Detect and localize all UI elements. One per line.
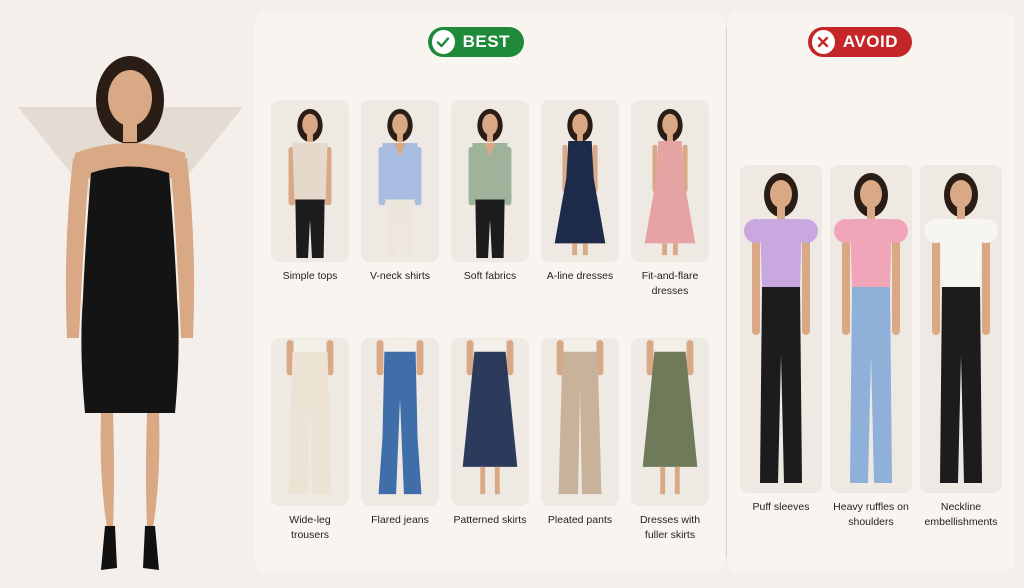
best-label: Fit-and-flare dresses — [641, 270, 699, 297]
outfit-image — [924, 173, 998, 483]
avoid-badge: AVOID — [808, 27, 912, 57]
best-card-v-neck-shirts — [361, 100, 439, 262]
check-icon — [432, 30, 455, 54]
best-badge: BEST — [428, 27, 524, 57]
best-label: Dresses with fuller skirts — [639, 514, 701, 541]
best-card-fuller-skirts — [631, 338, 709, 506]
best-label: Simple tops — [282, 270, 338, 282]
best-label: Patterned skirts — [453, 514, 527, 526]
outfit-image — [554, 108, 606, 256]
outfit-image — [556, 340, 604, 495]
outfit-image — [468, 108, 512, 259]
avoid-card-neckline-embellishments — [920, 165, 1002, 493]
outfit-image — [462, 340, 518, 495]
best-card-patterned-skirts — [451, 338, 529, 506]
best-label: Soft fabrics — [463, 270, 517, 282]
avoid-badge-label: AVOID — [842, 32, 898, 51]
outfit-image — [834, 173, 908, 483]
outfit-image — [286, 340, 334, 495]
best-card-fit-and-flare-dresses — [631, 100, 709, 262]
best-badge-label: BEST — [462, 32, 510, 51]
avoid-card-puff-sleeves — [740, 165, 822, 493]
avoid-card-heavy-ruffles — [830, 165, 912, 493]
best-card-simple-tops — [271, 100, 349, 262]
best-card-soft-fabrics — [451, 100, 529, 262]
best-card-a-line-dresses — [541, 100, 619, 262]
outfit-image — [644, 108, 696, 256]
panel-divider — [726, 28, 727, 558]
best-label: V-neck shirts — [369, 270, 431, 282]
outfit-image — [376, 340, 424, 495]
outfit-image — [378, 108, 422, 259]
best-label: Flared jeans — [371, 514, 429, 526]
outfit-image — [288, 108, 332, 259]
best-label: Wide-leg trousers — [289, 514, 331, 541]
hero-model — [0, 0, 258, 588]
best-label: Pleated pants — [547, 514, 613, 526]
avoid-label: Puff sleeves — [752, 501, 810, 513]
outfit-image — [744, 173, 818, 483]
best-card-wide-leg-trousers — [271, 338, 349, 506]
best-card-flared-jeans — [361, 338, 439, 506]
best-card-pleated-pants — [541, 338, 619, 506]
avoid-label: Neckline embellishments — [924, 501, 998, 528]
avoid-label: Heavy ruffles on shoulders — [833, 501, 909, 528]
outfit-image — [642, 340, 698, 495]
best-label: A-line dresses — [546, 270, 614, 282]
model-strapless-dress-image — [65, 56, 195, 570]
x-icon — [812, 30, 835, 54]
